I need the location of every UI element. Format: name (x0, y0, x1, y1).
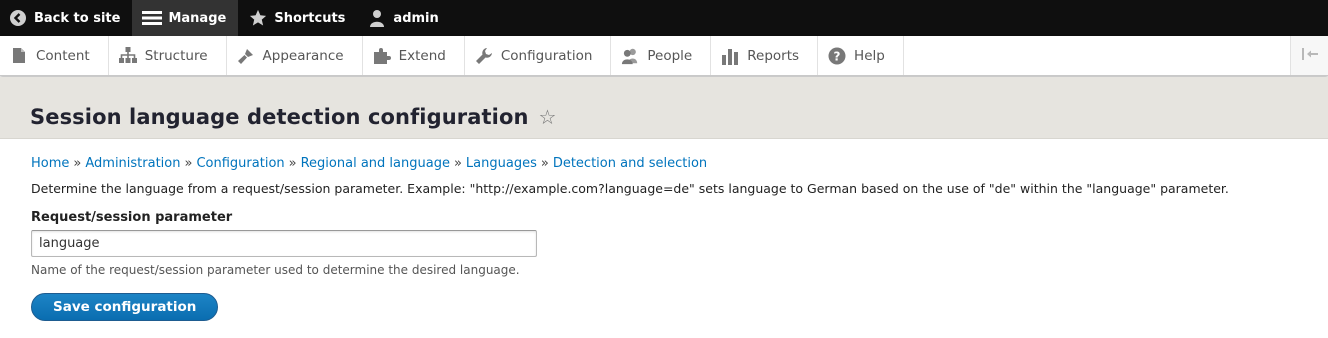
people-icon (621, 47, 639, 65)
user-label: admin (393, 10, 439, 26)
shortcuts-label: Shortcuts (274, 10, 346, 26)
manage-tab[interactable]: Manage (132, 0, 239, 36)
tray-item-reports[interactable]: Reports (711, 36, 819, 75)
collapse-arrow-icon (1301, 46, 1319, 65)
tray-item-label: Appearance (262, 47, 344, 64)
page-description: Determine the language from a request/se… (31, 181, 1229, 196)
parameter-input[interactable] (31, 230, 537, 257)
breadcrumb-separator: » (288, 156, 297, 171)
breadcrumb-languages[interactable]: Languages (466, 156, 537, 171)
breadcrumb-separator: » (73, 156, 82, 171)
save-configuration-button[interactable]: Save configuration (31, 293, 219, 321)
parameter-field-description: Name of the request/session parameter us… (31, 263, 520, 277)
breadcrumb-separator: » (184, 156, 193, 171)
main-content: Home» Administration» Configuration» Region… (31, 156, 1311, 321)
breadcrumb-detection-and-selection[interactable]: Detection and selection (553, 156, 707, 171)
tray-item-label: Help (854, 47, 885, 64)
tray-item-content[interactable]: Content (0, 36, 109, 75)
star-icon (248, 8, 268, 28)
breadcrumb-regional-and-language[interactable]: Regional and language (301, 156, 450, 171)
back-to-site-link[interactable]: Back to site (0, 0, 132, 36)
tray-orientation-toggle[interactable] (1290, 36, 1328, 75)
user-icon (367, 8, 387, 28)
breadcrumb: Home» Administration» Configuration» Region… (31, 156, 1311, 171)
add-shortcut-star-icon[interactable]: ☆ (539, 105, 557, 129)
tray-item-structure[interactable]: Structure (109, 36, 227, 75)
back-to-site-label: Back to site (34, 10, 121, 26)
user-tab[interactable]: admin (357, 0, 450, 36)
manage-label: Manage (168, 10, 227, 26)
tray-item-label: Extend (398, 47, 446, 64)
page-title: Session language detection configuration… (30, 105, 557, 129)
tray-item-label: Content (36, 47, 90, 64)
bar-chart-icon (721, 47, 739, 65)
tray-item-help[interactable]: ? Help (818, 36, 904, 75)
tray-item-label: Configuration (500, 47, 593, 64)
wrench-icon (475, 47, 493, 65)
puzzle-icon (373, 47, 391, 65)
help-icon: ? (828, 47, 846, 65)
back-arrow-icon (8, 8, 28, 28)
tray-item-label: Reports (747, 47, 800, 64)
file-icon (10, 47, 28, 65)
structure-icon (118, 47, 137, 65)
shortcuts-tab[interactable]: Shortcuts (238, 0, 357, 36)
paintbrush-icon (237, 47, 255, 65)
tray-item-people[interactable]: People (611, 36, 712, 75)
admin-tray: Content Structure Appearance Extend Conf… (0, 36, 1328, 76)
svg-text:?: ? (834, 49, 841, 63)
breadcrumb-separator: » (540, 156, 549, 171)
parameter-field-label: Request/session parameter (31, 210, 233, 225)
breadcrumb-configuration[interactable]: Configuration (196, 156, 284, 171)
page-title-text: Session language detection configuration (30, 105, 529, 129)
breadcrumb-home[interactable]: Home (31, 156, 69, 171)
tray-item-appearance[interactable]: Appearance (227, 36, 363, 75)
hamburger-icon (142, 8, 163, 28)
breadcrumb-separator: » (453, 156, 462, 171)
page-header: Session language detection configuration… (0, 77, 1328, 139)
admin-toolbar: Back to site Manage Shortcuts admin (0, 0, 1328, 36)
tray-item-label: People (647, 47, 693, 64)
tray-item-label: Structure (144, 47, 208, 64)
tray-item-configuration[interactable]: Configuration (465, 36, 612, 75)
breadcrumb-administration[interactable]: Administration (85, 156, 180, 171)
tray-item-extend[interactable]: Extend (363, 36, 465, 75)
